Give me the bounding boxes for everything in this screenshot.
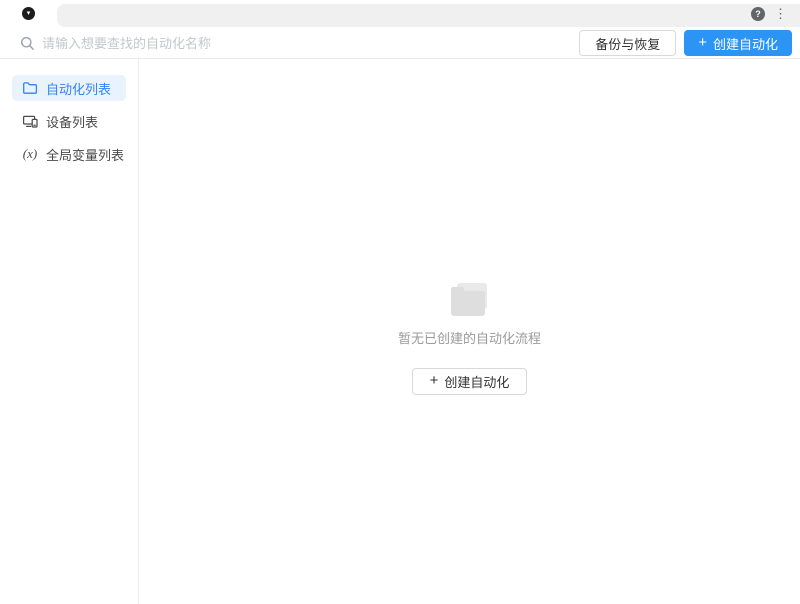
sidebar-item-automation-list[interactable]: 自动化列表	[12, 75, 126, 101]
sidebar-item-label: 自动化列表	[46, 81, 112, 97]
search-icon	[20, 36, 35, 51]
folder-icon	[21, 80, 39, 96]
sidebar-item-device-list[interactable]: 设备列表	[12, 108, 126, 134]
titlebar: ▾ ? ⋮	[0, 0, 800, 28]
backup-restore-button[interactable]: 备份与恢复	[579, 30, 677, 56]
kebab-menu-icon[interactable]: ⋮	[774, 6, 787, 22]
devices-icon	[21, 113, 39, 129]
plus-icon: +	[698, 33, 707, 51]
app-window: ▾ ? ⋮ 备份与恢复 + 创建自动化	[0, 0, 800, 604]
toolbar: 备份与恢复 + 创建自动化	[0, 28, 800, 59]
create-automation-label: 创建自动化	[712, 36, 778, 52]
create-automation-label: 创建自动化	[444, 375, 510, 390]
search-input[interactable]	[42, 35, 580, 51]
sidebar-item-global-variables[interactable]: (x) 全局变量列表	[12, 141, 126, 167]
sidebar-item-label: 设备列表	[46, 114, 99, 130]
app-logo-icon: ▾	[22, 7, 35, 20]
tab-strip	[57, 4, 800, 27]
empty-state-message: 暂无已创建的自动化流程	[397, 331, 541, 346]
help-icon[interactable]: ?	[751, 7, 765, 21]
create-automation-button[interactable]: + 创建自动化	[684, 30, 792, 56]
sidebar-item-label: 全局变量列表	[46, 147, 125, 163]
main-content: 暂无已创建的自动化流程 + 创建自动化	[139, 59, 800, 604]
app-tab[interactable]: ▾	[0, 0, 57, 27]
empty-folder-icon	[450, 283, 489, 316]
empty-state: 暂无已创建的自动化流程 + 创建自动化	[139, 283, 800, 395]
empty-create-automation-button[interactable]: + 创建自动化	[411, 368, 528, 395]
plus-icon: +	[429, 372, 439, 389]
app-body: 自动化列表 设备列表 (x) 全局变量列表 暂无已创建的自动化流程 + 创建自动…	[0, 59, 800, 604]
variable-icon: (x)	[22, 146, 38, 161]
sidebar: 自动化列表 设备列表 (x) 全局变量列表	[0, 59, 139, 604]
